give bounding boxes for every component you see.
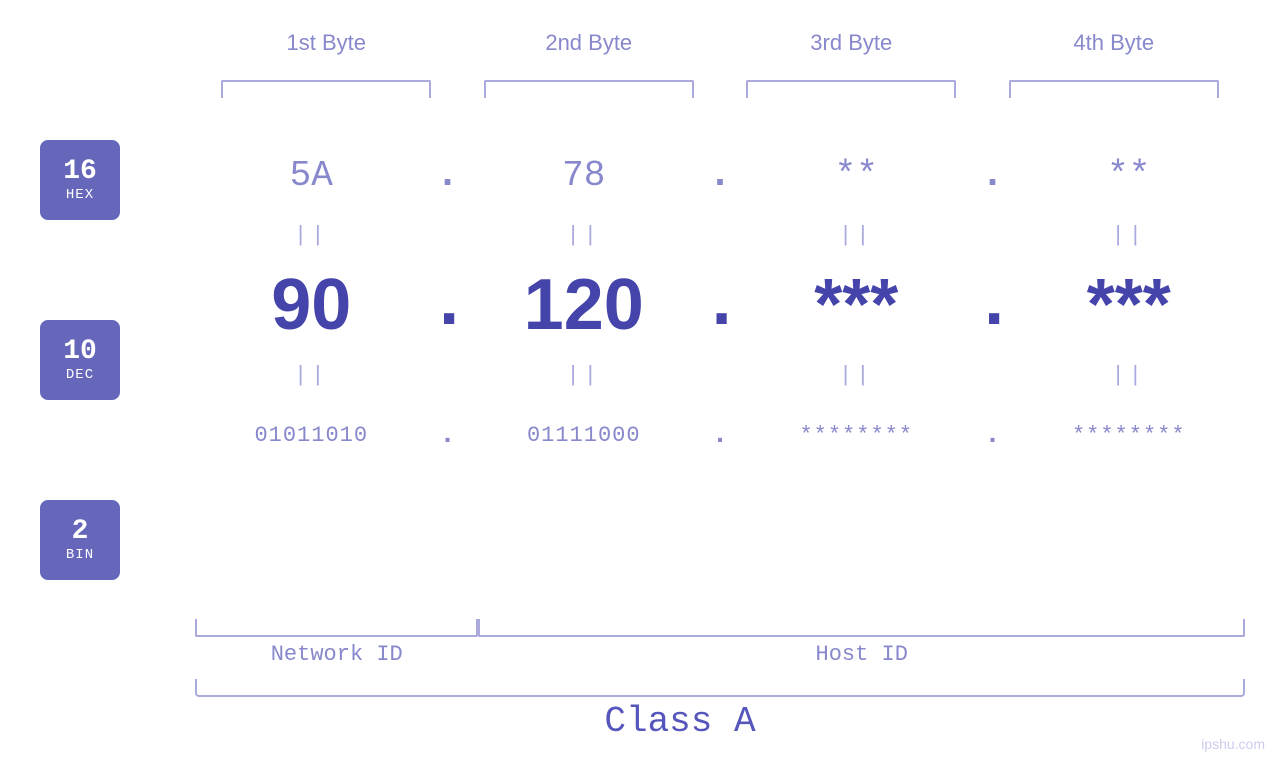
class-label: Class A: [195, 701, 1165, 742]
bin-dot-2: .: [700, 420, 740, 451]
byte-header-2: 2nd Byte: [458, 30, 721, 56]
byte-header-4: 4th Byte: [983, 30, 1246, 56]
main-container: 1st Byte 2nd Byte 3rd Byte 4th Byte 16 H…: [0, 0, 1285, 767]
base-labels: 16 HEX 10 DEC 2 BIN: [40, 140, 120, 580]
dec-byte-1: 90: [195, 264, 428, 346]
eq-6: ||: [468, 363, 701, 388]
bin-byte-1: 01011010: [195, 423, 428, 448]
dec-dot-3: .: [973, 264, 1013, 346]
bin-byte-4: ********: [1013, 423, 1246, 448]
watermark: ipshu.com: [1201, 736, 1265, 752]
eq-1: ||: [195, 223, 428, 248]
byte-header-3: 3rd Byte: [720, 30, 983, 56]
eq-4: ||: [1013, 223, 1246, 248]
data-rows: 5A . 78 . ** . ** || || || || 90 . 120 .…: [195, 135, 1245, 475]
bracket-4: [983, 80, 1246, 98]
id-labels: Network ID Host ID: [195, 642, 1245, 667]
dec-byte-3: ***: [740, 264, 973, 346]
hex-dot-3: .: [973, 153, 1013, 198]
dec-badge: 10 DEC: [40, 320, 120, 400]
eq-2: ||: [468, 223, 701, 248]
bracket-1: [195, 80, 458, 98]
bracket-2: [458, 80, 721, 98]
equals-row-2: || || || ||: [195, 355, 1245, 395]
bin-byte-3: ********: [740, 423, 973, 448]
bin-badge: 2 BIN: [40, 500, 120, 580]
top-brackets: [195, 80, 1245, 98]
bin-byte-2: 01111000: [468, 423, 701, 448]
hex-byte-4: **: [1013, 155, 1246, 196]
bin-row: 01011010 . 01111000 . ******** . *******…: [195, 395, 1245, 475]
network-id-label: Network ID: [195, 642, 479, 667]
hex-dot-1: .: [428, 153, 468, 198]
network-bracket: [195, 619, 478, 637]
host-id-label: Host ID: [479, 642, 1246, 667]
eq-3: ||: [740, 223, 973, 248]
hex-row: 5A . 78 . ** . **: [195, 135, 1245, 215]
hex-byte-3: **: [740, 155, 973, 196]
hex-dot-2: .: [700, 153, 740, 198]
hex-byte-1: 5A: [195, 155, 428, 196]
eq-7: ||: [740, 363, 973, 388]
dec-row: 90 . 120 . *** . ***: [195, 255, 1245, 355]
dec-dot-1: .: [428, 264, 468, 346]
byte-headers: 1st Byte 2nd Byte 3rd Byte 4th Byte: [195, 30, 1245, 56]
dec-dot-2: .: [700, 264, 740, 346]
equals-row-1: || || || ||: [195, 215, 1245, 255]
bin-dot-3: .: [973, 420, 1013, 451]
big-bracket: [195, 679, 1245, 697]
host-bracket: [478, 619, 1246, 637]
dec-byte-4: ***: [1013, 264, 1246, 346]
dec-byte-2: 120: [468, 264, 701, 346]
hex-badge: 16 HEX: [40, 140, 120, 220]
eq-8: ||: [1013, 363, 1246, 388]
bin-dot-1: .: [428, 420, 468, 451]
hex-byte-2: 78: [468, 155, 701, 196]
bracket-3: [720, 80, 983, 98]
byte-header-1: 1st Byte: [195, 30, 458, 56]
eq-5: ||: [195, 363, 428, 388]
